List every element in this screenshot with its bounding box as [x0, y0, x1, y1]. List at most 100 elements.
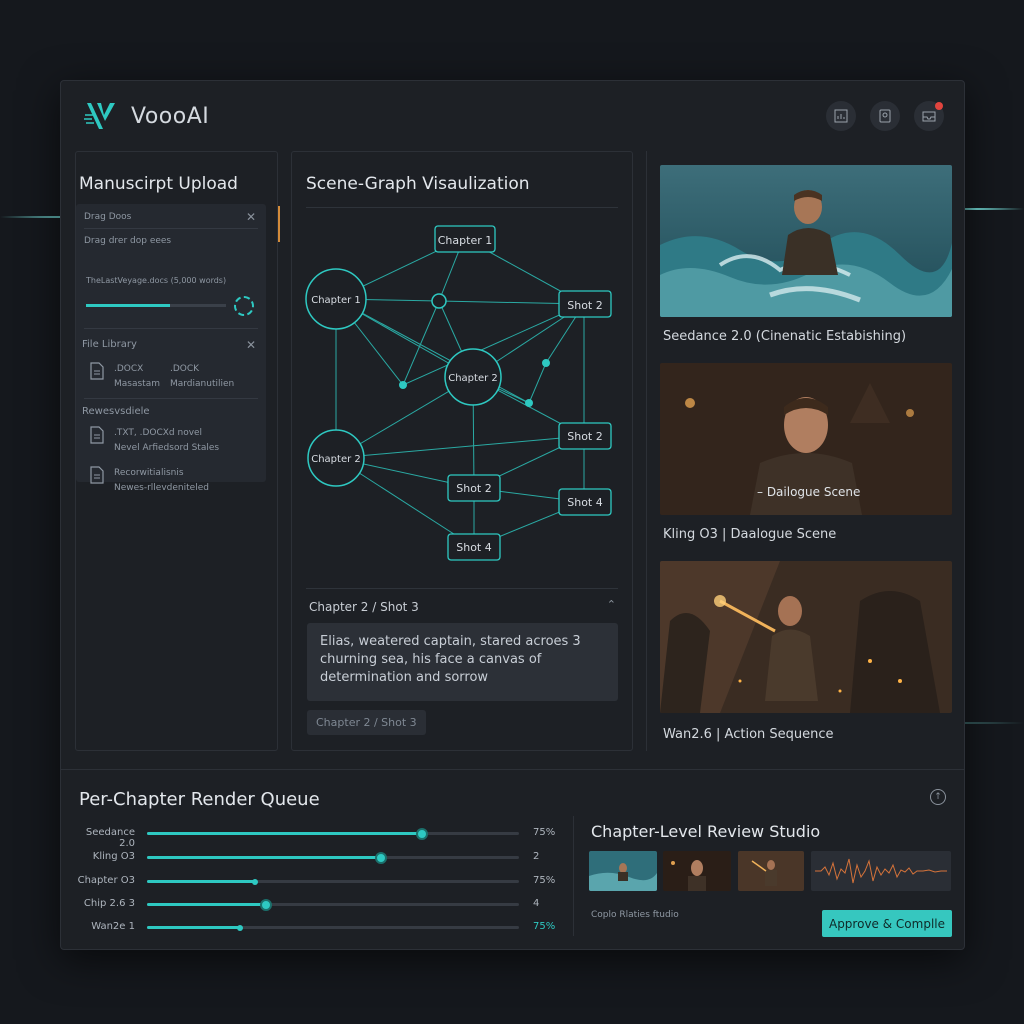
queue-knob[interactable] — [237, 924, 243, 931]
queue-row: Chapter O3 75% — [75, 875, 556, 889]
list-item[interactable]: .TXT, .DOCXd novel Nevel Arfiedsord Stal… — [90, 426, 219, 456]
chevron-up-icon[interactable]: ⌃ — [607, 598, 616, 611]
queue-row-label: Chip 2.6 3 — [83, 898, 135, 909]
queue-fill — [147, 903, 267, 906]
badge-icon — [879, 109, 891, 123]
queue-slider[interactable] — [147, 898, 519, 911]
queue-row-value: 2 — [533, 851, 540, 862]
node-label: Chapter 1 — [438, 234, 492, 247]
queue-knob[interactable] — [251, 878, 258, 885]
review-note: Coplo Rlaties ftudio — [591, 910, 679, 920]
shot-detail-heading[interactable]: Chapter 2 / Shot 3 — [309, 600, 419, 614]
preview-thumbnail-action[interactable] — [660, 561, 952, 713]
file-type-a: .DOCX Masastam — [114, 362, 160, 392]
queue-fill — [147, 832, 423, 835]
queue-row-value: 4 — [533, 898, 540, 909]
preview-panel: Seedance 2.0 (Cinenatic Estabishing) – D… — [646, 151, 956, 751]
graph-node-chapter1[interactable]: Chapter 1 — [305, 268, 367, 330]
node-label: Shot 2 — [567, 430, 603, 443]
queue-fill — [147, 880, 255, 883]
preview-caption: Seedance 2.0 (Cinenatic Estabishing) — [663, 329, 907, 344]
queue-knob[interactable] — [375, 851, 388, 864]
divider — [61, 769, 964, 770]
queue-fill — [147, 856, 382, 859]
graph-title: Scene-Graph Visaulization — [306, 174, 530, 194]
loading-spinner-icon — [234, 296, 254, 316]
inbox-button[interactable] — [914, 101, 944, 131]
review-clip-dialogue[interactable] — [663, 851, 731, 891]
graph-junction[interactable] — [525, 399, 533, 407]
graph-node-chapter2-left[interactable]: Chapter 2 — [307, 429, 365, 487]
recent-label: Rewesvsdiele — [82, 406, 150, 417]
graph-node-shot4-right[interactable]: Shot 4 — [558, 488, 612, 516]
file-info: Recorwitialisnis Newes-rllevdeniteled — [114, 466, 209, 496]
graph-junction[interactable] — [542, 359, 550, 367]
queue-row-label: Wan2e 1 — [91, 921, 135, 932]
list-item[interactable]: .DOCX Masastam .DOCK Mardianutilien — [90, 362, 234, 392]
divider — [84, 328, 258, 329]
clip-thumbnail — [663, 851, 731, 891]
scene-overlay-label: – Dailogue Scene — [757, 485, 861, 499]
graph-node-shot4-bottom[interactable]: Shot 4 — [447, 533, 501, 561]
preview-caption: Wan2.6 | Action Sequence — [663, 727, 834, 742]
review-clip-ocean[interactable] — [589, 851, 657, 891]
preview-thumbnail-dialogue[interactable]: – Dailogue Scene — [660, 363, 952, 515]
upload-title: Manuscirpt Upload — [79, 174, 238, 194]
upload-card: Drag Doos ✕ Drag drer dop eees TheLastVe… — [76, 204, 280, 493]
queue-slider[interactable] — [147, 851, 519, 864]
graph-node-chapter1-top[interactable]: Chapter 1 — [434, 225, 496, 253]
analytics-button[interactable] — [826, 101, 856, 131]
manuscript-upload-panel: Manuscirpt Upload Drag Doos ✕ Drag drer … — [75, 151, 280, 751]
list-item[interactable]: Recorwitialisnis Newes-rllevdeniteled — [90, 466, 209, 496]
chart-icon — [834, 109, 848, 123]
scroll-indicator[interactable] — [278, 206, 280, 242]
inbox-icon — [922, 111, 936, 122]
ocean-scene-image — [660, 165, 952, 317]
file-info: .TXT, .DOCXd novel Nevel Arfiedsord Stal… — [114, 426, 219, 456]
info-icon[interactable]: ↑ — [930, 789, 946, 805]
node-label: Shot 2 — [567, 299, 603, 312]
graph-node-shot2-mid[interactable]: Shot 2 — [558, 422, 612, 450]
close-icon[interactable]: ✕ — [246, 210, 256, 224]
queue-row-value: 75% — [533, 875, 556, 886]
node-label: Chapter 1 — [311, 295, 361, 306]
shot-chip[interactable]: Chapter 2 / Shot 3 — [307, 710, 426, 735]
node-label: Shot 4 — [567, 496, 603, 509]
graph-junction[interactable] — [431, 293, 447, 309]
review-clip-action[interactable] — [738, 851, 804, 891]
drop-zone[interactable]: Drag drer dop eees — [84, 236, 171, 246]
graph-node-shot2-right[interactable]: Shot 2 — [558, 290, 612, 318]
node-label: Chapter 2 — [311, 454, 361, 465]
app-name: VoooAI — [131, 103, 210, 129]
file-name: TheLastVeyage.docs (5,000 words) — [86, 276, 227, 285]
divider — [306, 207, 618, 208]
file-title: Masastam — [114, 379, 160, 389]
logo-icon — [84, 103, 115, 129]
shot-description[interactable]: Elias, weatered captain, stared acroes 3… — [307, 623, 618, 701]
drag-label: Drag Doos — [84, 212, 132, 222]
scene-graph-panel: Scene-Graph Visaulization Chapter 1 Chap… — [291, 151, 633, 751]
approve-compile-button[interactable]: Approve & Complle — [822, 910, 952, 937]
document-icon — [90, 426, 104, 444]
queue-slider[interactable] — [147, 827, 519, 840]
badge-button[interactable] — [870, 101, 900, 131]
close-icon[interactable]: ✕ — [246, 338, 256, 352]
node-label: Chapter 2 — [448, 373, 498, 384]
audio-waveform[interactable] — [811, 851, 951, 891]
app-logo[interactable]: VoooAI — [83, 99, 209, 133]
graph-node-chapter2-center[interactable]: Chapter 2 — [444, 348, 502, 406]
file-ext: Recorwitialisnis — [114, 468, 184, 478]
divider — [573, 816, 574, 936]
preview-thumbnail-ocean[interactable] — [660, 165, 952, 317]
queue-knob[interactable] — [416, 827, 429, 840]
queue-slider[interactable] — [147, 878, 519, 885]
queue-knob[interactable] — [260, 898, 273, 911]
divider — [306, 588, 618, 589]
graph-junction[interactable] — [399, 381, 407, 389]
queue-row-value: 75% — [533, 827, 556, 838]
scene-graph[interactable]: Chapter 1 Chapter 1 Shot 2 Chapter 2 Sho… — [292, 214, 634, 584]
queue-slider[interactable] — [147, 924, 519, 931]
graph-node-shot2-low[interactable]: Shot 2 — [447, 474, 501, 502]
queue-row: Chip 2.6 3 4 — [75, 898, 555, 912]
node-label: Shot 2 — [456, 482, 492, 495]
